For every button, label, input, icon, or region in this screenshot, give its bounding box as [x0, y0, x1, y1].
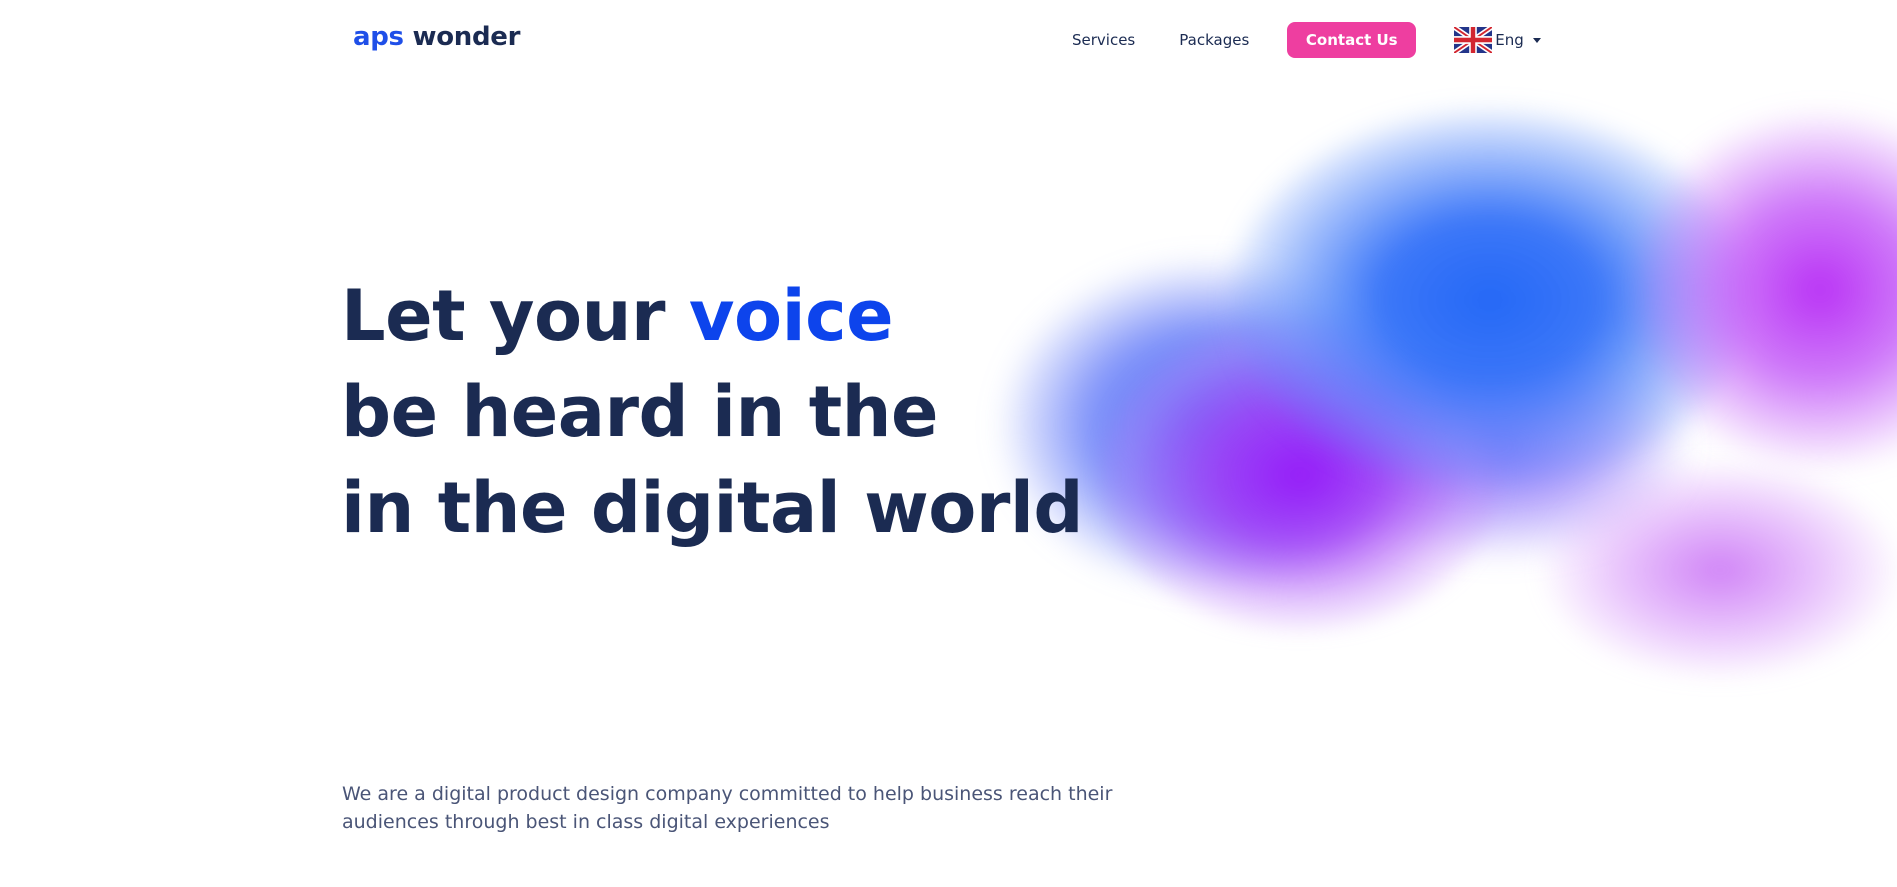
- page: aps wonder Services Packages Contact Us …: [0, 0, 1897, 887]
- hero-headline-accent: voice: [688, 275, 894, 357]
- hero-description: We are a digital product design company …: [342, 780, 1142, 836]
- logo-part-aps: aps: [353, 22, 404, 52]
- hero-headline-line-2: be heard in the: [341, 371, 938, 453]
- hero-description-line-1: We are a digital product design company …: [342, 783, 1113, 805]
- blob-purple-center: [1100, 320, 1500, 630]
- blob-magenta-right: [1630, 110, 1897, 470]
- nav-link-packages[interactable]: Packages: [1179, 31, 1249, 49]
- hero-headline: Let your voice be heard in the in the di…: [341, 268, 1084, 556]
- nav-link-services[interactable]: Services: [1072, 31, 1135, 49]
- hero-headline-line-1: Let your voice: [341, 268, 1083, 364]
- chevron-down-icon: [1532, 37, 1541, 43]
- blob-pink-low: [1540, 460, 1897, 680]
- main-nav: Services Packages Contact Us Eng: [1060, 22, 1541, 58]
- logo[interactable]: aps wonder: [353, 22, 520, 52]
- gradient-blob-illustration: [980, 70, 1897, 770]
- blob-blue-top: [1230, 110, 1750, 490]
- logo-part-wonder: wonder: [412, 22, 521, 52]
- uk-flag-icon: [1454, 27, 1493, 53]
- language-label: Eng: [1495, 31, 1524, 49]
- hero-description-line-2: audiences through best in class digital …: [342, 811, 830, 833]
- contact-us-button[interactable]: Contact Us: [1287, 22, 1417, 58]
- hero-headline-prefix: Let your: [341, 275, 666, 357]
- language-selector[interactable]: Eng: [1454, 27, 1541, 53]
- hero-headline-line-3: in the digital world: [341, 467, 1084, 549]
- site-header: aps wonder Services Packages Contact Us …: [0, 0, 1897, 78]
- blob-violet-bridge: [1310, 330, 1690, 560]
